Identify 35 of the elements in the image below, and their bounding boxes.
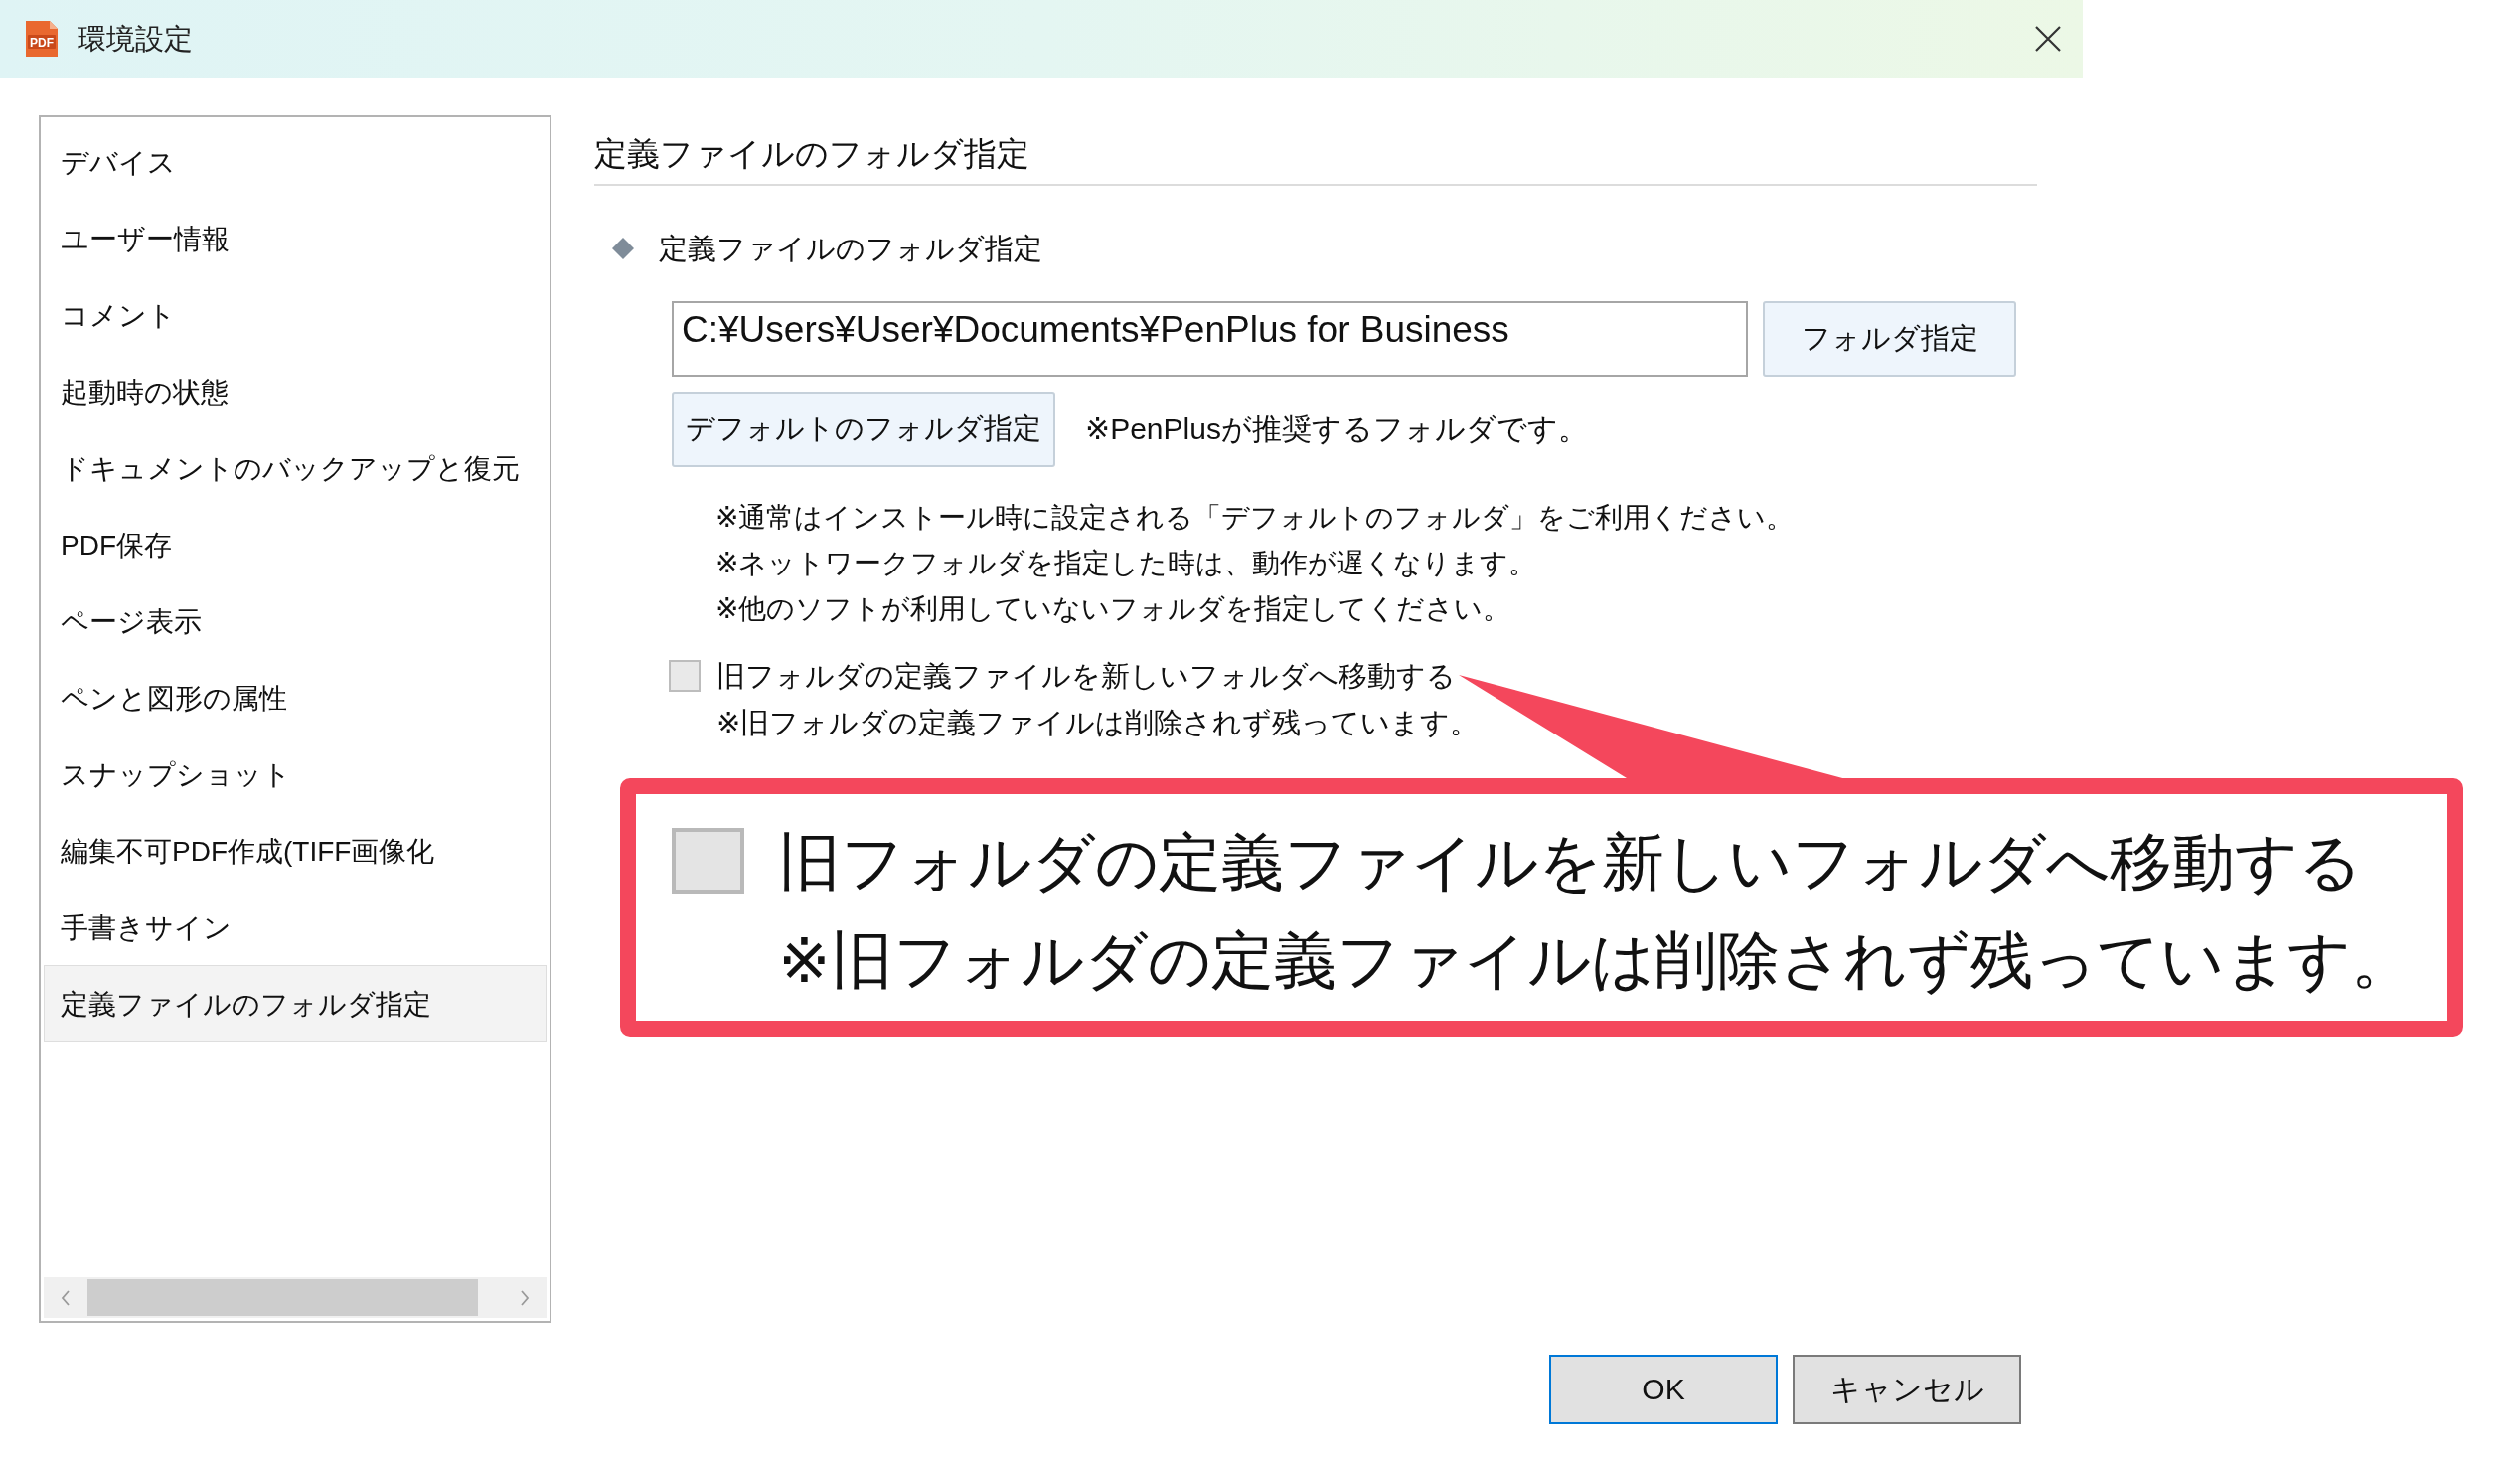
sidebar-item[interactable]: ドキュメントのバックアップと復元 (44, 429, 547, 506)
default-folder-button[interactable]: デフォルトのフォルダ指定 (672, 392, 1055, 467)
close-icon[interactable] (2035, 26, 2061, 52)
folder-path-field[interactable]: C:¥Users¥User¥Documents¥PenPlus for Business (672, 301, 1748, 377)
cancel-button[interactable]: キャンセル (1793, 1355, 2021, 1424)
window-title: 環境設定 (78, 22, 193, 57)
horizontal-scrollbar[interactable] (44, 1277, 547, 1318)
note-text: ※他のソフトが利用していないフォルダを指定してください。 (715, 592, 1512, 626)
sidebar-item[interactable]: PDF保存 (44, 506, 547, 582)
chevron-left-icon[interactable] (61, 1289, 71, 1306)
browse-folder-button[interactable]: フォルダ指定 (1763, 301, 2016, 377)
sidebar-item[interactable]: ページ表示 (44, 582, 547, 659)
chevron-right-icon[interactable] (520, 1289, 530, 1306)
sidebar-item[interactable]: 編集不可PDF作成(TIFF画像化 (44, 812, 547, 889)
sidebar-item[interactable]: 定義ファイルのフォルダ指定 (44, 965, 547, 1042)
checkbox-label: 旧フォルダの定義ファイルを新しいフォルダへ移動する (716, 659, 1457, 694)
sidebar-item[interactable]: 手書きサイン (44, 889, 547, 965)
sidebar-item[interactable]: 起動時の状態 (44, 353, 547, 429)
recommendation-note: ※PenPlusが推奨するフォルダです。 (1085, 410, 1588, 447)
sidebar-item[interactable]: デバイス (44, 123, 547, 200)
callout-text: ※旧フォルダの定義ファイルは削除されず残っています。 (778, 924, 2414, 997)
sidebar-item[interactable]: ペンと図形の属性 (44, 659, 547, 735)
sidebar-item[interactable]: ユーザー情報 (44, 200, 547, 276)
callout-text: 旧フォルダの定義ファイルを新しいフォルダへ移動する (778, 826, 2363, 898)
diamond-icon (612, 238, 634, 259)
ok-button[interactable]: OK (1549, 1355, 1778, 1424)
checkbox[interactable] (669, 660, 701, 692)
note-text: ※通常はインストール時に設定される「デフォルトのフォルダ」をご利用ください。 (715, 501, 1796, 535)
note-text: ※ネットワークフォルダを指定した時は、動作が遅くなります。 (715, 547, 1538, 580)
sidebar-item[interactable]: スナップショット (44, 735, 547, 812)
note-text: ※旧フォルダの定義ファイルは削除されず残っています。 (716, 706, 1480, 740)
sidebar-item[interactable]: コメント (44, 276, 547, 353)
section-label: 定義ファイルのフォルダ指定 (659, 232, 1042, 266)
section-heading: 定義ファイルのフォルダ指定 (594, 130, 2037, 186)
scrollbar-thumb[interactable] (87, 1279, 478, 1316)
